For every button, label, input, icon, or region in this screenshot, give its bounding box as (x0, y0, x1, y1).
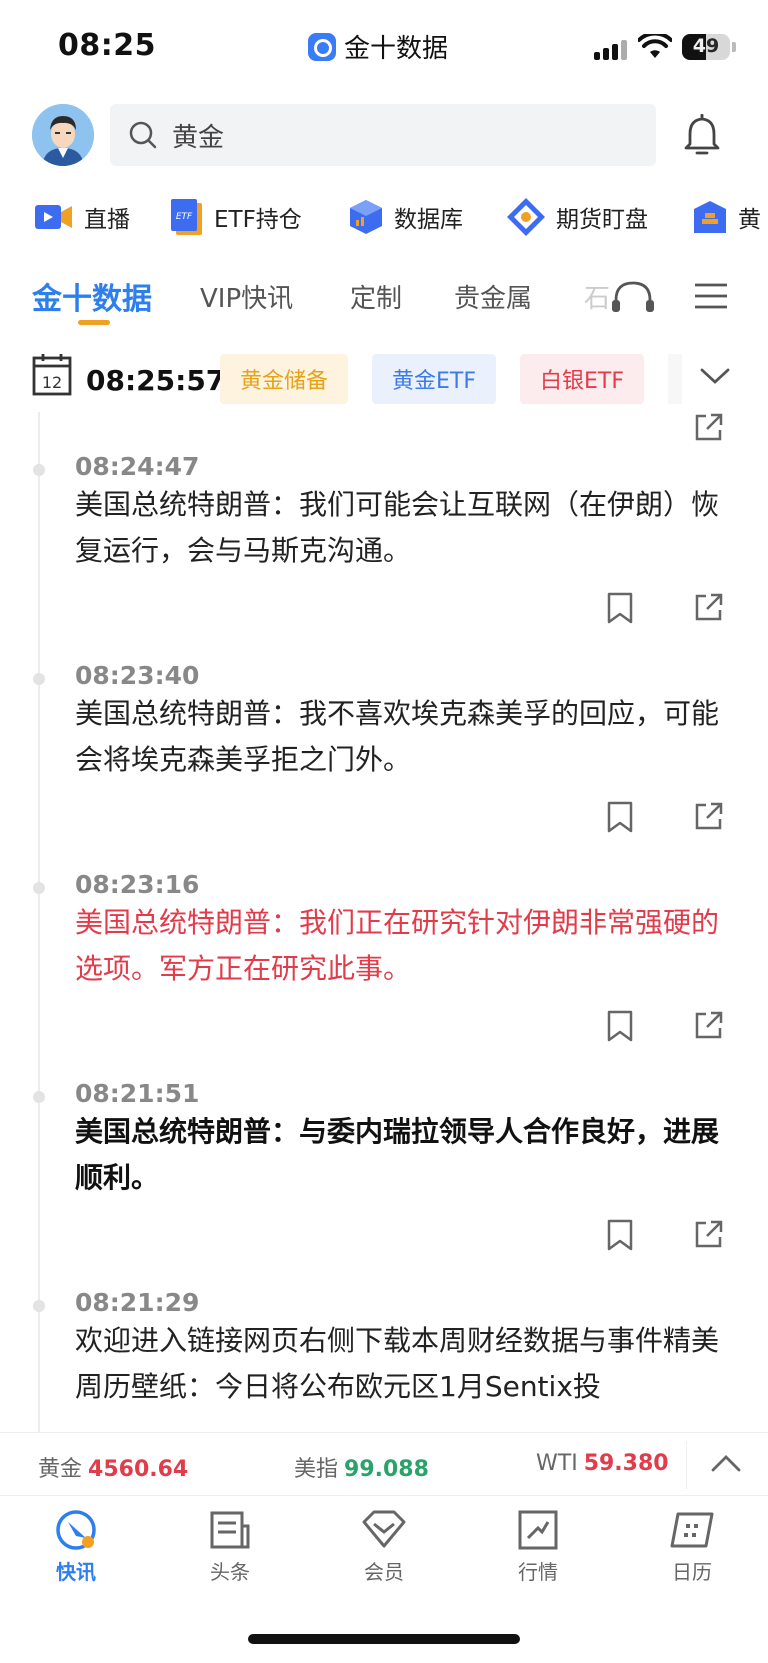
news-time: 08:24:47 (75, 452, 200, 481)
headset-icon[interactable] (610, 278, 656, 314)
tab-oil[interactable]: 石 (584, 278, 610, 315)
home-indicator (248, 1634, 520, 1644)
bottom-navigation: 快讯 头条 会员 行情 日历 (0, 1496, 768, 1596)
news-feed: 08:24:47 美国总统特朗普：我们可能会让互联网（在伊朗）恢复运行，会与马斯… (0, 412, 768, 1432)
gold-bars-icon (694, 201, 726, 233)
bookmark-icon[interactable] (606, 1010, 634, 1042)
tag-silver-etf[interactable]: 白银ETF (520, 354, 644, 404)
calendar-nav-icon (670, 1512, 714, 1548)
share-icon[interactable] (694, 412, 724, 442)
timeline-dot (33, 1300, 45, 1312)
nav-membership[interactable]: 会员 (334, 1508, 434, 1585)
battery-level: 49 (692, 35, 720, 57)
tag-gold-reserve[interactable]: 黄金储备 (220, 354, 348, 404)
active-tab-indicator (78, 320, 110, 325)
share-icon[interactable] (694, 592, 724, 622)
market-ticker-bar[interactable]: 黄金 4560.64 美指 99.088 WTI 59.380 (0, 1432, 768, 1496)
bookmark-icon[interactable] (606, 1219, 634, 1251)
status-bar: 08:25 金十数据 49 (0, 0, 768, 90)
chevron-down-icon[interactable] (700, 366, 730, 386)
shortcut-database[interactable]: 数据库 (348, 192, 463, 242)
tab-vip-flash[interactable]: VIP快讯 (200, 278, 293, 315)
tab-jin10-data[interactable]: 金十数据 (32, 274, 152, 318)
status-app-indicator: 金十数据 (308, 28, 448, 65)
shortcut-label: 期货盯盘 (556, 207, 648, 233)
shortcut-gold[interactable]: 黄 (692, 192, 761, 242)
timeline-dot (33, 882, 45, 894)
live-clock: 08:25:57 (86, 364, 226, 397)
etf-document-icon: ETF (171, 199, 202, 235)
chevron-up-icon[interactable] (710, 1451, 742, 1475)
share-icon[interactable] (694, 801, 724, 831)
news-text-important: 美国总统特朗普：我们正在研究针对伊朗非常强硬的选项。军方正在研究此事。 (75, 906, 720, 985)
share-icon[interactable] (694, 1010, 724, 1040)
ticker-wti[interactable]: WTI 59.380 (536, 1451, 669, 1476)
search-bar[interactable] (110, 104, 656, 166)
ticker-gold[interactable]: 黄金 4560.64 (38, 1451, 188, 1483)
calendar-icon[interactable]: 12 (32, 352, 72, 396)
news-text: 美国总统特朗普：我不喜欢埃克森美孚的回应，可能会将埃克森美孚拒之门外。 (75, 697, 720, 776)
menu-icon[interactable] (694, 282, 728, 310)
nav-market[interactable]: 行情 (488, 1508, 588, 1585)
timeline-dot (33, 1091, 45, 1103)
shortcut-live[interactable]: 直播 (34, 192, 130, 242)
nav-calendar[interactable]: 日历 (642, 1508, 742, 1585)
app-logo-icon (308, 32, 336, 61)
tab-precious-metals[interactable]: 贵金属 (454, 278, 532, 315)
news-time: 08:21:29 (75, 1288, 200, 1317)
news-time: 08:23:16 (75, 870, 200, 899)
nav-headlines[interactable]: 头条 (180, 1508, 280, 1585)
market-chart-icon (518, 1510, 558, 1550)
tab-custom[interactable]: 定制 (350, 278, 402, 315)
timeline-dot (33, 464, 45, 476)
shortcut-futures[interactable]: 期货盯盘 (506, 192, 648, 242)
news-text-bold: 美国总统特朗普：与委内瑞拉领导人合作良好，进展顺利。 (75, 1115, 720, 1194)
news-time: 08:21:51 (75, 1079, 200, 1108)
tag-gold-etf[interactable]: 黄金ETF (372, 354, 496, 404)
live-video-icon (35, 205, 72, 229)
svg-text:ETF: ETF (176, 212, 193, 222)
futures-diamond-icon (507, 198, 545, 236)
bookmark-icon[interactable] (606, 801, 634, 833)
diamond-icon (362, 1510, 406, 1548)
battery-icon: 49 (682, 34, 730, 60)
shortcut-label: 直播 (84, 207, 130, 233)
share-icon[interactable] (694, 1219, 724, 1249)
shortcut-row: 直播 ETF ETF持仓 数据库 期货盯盘 黄 (0, 192, 768, 242)
nav-flash[interactable]: 快讯 (26, 1508, 126, 1585)
shortcut-etf[interactable]: ETF ETF持仓 (170, 192, 302, 242)
status-app-name: 金十数据 (344, 34, 449, 64)
headlines-icon (210, 1511, 250, 1549)
timeline-dot (33, 673, 45, 685)
wifi-icon (638, 34, 672, 58)
news-time: 08:23:40 (75, 661, 200, 690)
notification-bell-icon[interactable] (684, 114, 720, 156)
shortcut-label: 黄 (738, 207, 761, 233)
status-time: 08:25 (58, 28, 156, 63)
bookmark-icon[interactable] (606, 592, 634, 624)
search-icon (129, 121, 157, 149)
flash-news-icon (56, 1510, 96, 1550)
tag-row: 12 08:25:57 黄金储备 黄金ETF 白银ETF (0, 352, 768, 412)
svg-text:12: 12 (42, 373, 62, 392)
database-cube-icon (350, 200, 382, 234)
user-avatar[interactable] (32, 104, 94, 166)
ticker-usd-index[interactable]: 美指 99.088 (294, 1451, 429, 1483)
cellular-signal-icon (594, 40, 627, 60)
news-text: 美国总统特朗普：我们可能会让互联网（在伊朗）恢复运行，会与马斯克沟通。 (75, 488, 720, 567)
timeline-line (38, 412, 40, 1432)
search-input[interactable] (170, 119, 570, 151)
news-text: 欢迎进入链接网页右侧下载本周财经数据与事件精美周历壁纸：今日将公布欧元区1月Se… (75, 1324, 720, 1403)
shortcut-label: 数据库 (394, 207, 463, 233)
shortcut-label: ETF持仓 (214, 207, 302, 233)
